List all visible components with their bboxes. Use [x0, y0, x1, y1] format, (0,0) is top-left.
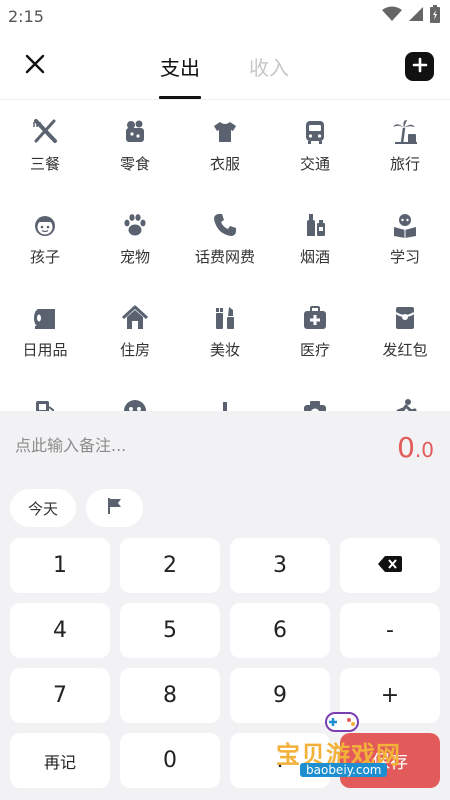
camera-icon	[300, 396, 330, 411]
category-label: 学习	[389, 248, 420, 266]
category-label: 发红包	[382, 341, 428, 359]
category-pets[interactable]: 宠物	[90, 194, 180, 287]
key-6[interactable]: 6	[230, 603, 330, 658]
red-envelope-icon	[390, 303, 420, 333]
category-travel[interactable]: 旅行	[360, 101, 450, 194]
close-button[interactable]	[18, 49, 52, 83]
category-medical[interactable]: 医疗	[270, 287, 360, 380]
status-bar: 2:15	[0, 0, 450, 32]
flag-icon	[105, 496, 125, 520]
category-label: 宠物	[119, 248, 150, 266]
category-housing[interactable]: 住房	[90, 287, 180, 380]
category-fuel[interactable]	[0, 380, 90, 411]
key-3[interactable]: 3	[230, 538, 330, 593]
status-time: 2:15	[8, 6, 44, 26]
category-cosmetics[interactable]: 美妆	[180, 287, 270, 380]
category-phone-internet[interactable]: 话费网费	[180, 194, 270, 287]
category-snacks[interactable]: 零食	[90, 101, 180, 194]
category-photography[interactable]	[270, 380, 360, 411]
paw-icon	[120, 210, 150, 240]
bottle-icon	[300, 210, 330, 240]
tray-icon	[210, 396, 240, 411]
category-label: 交通	[299, 155, 330, 173]
category-children[interactable]: 孩子	[0, 194, 90, 287]
house-icon	[120, 303, 150, 333]
category-label: 日用品	[22, 341, 68, 359]
key-4[interactable]: 4	[10, 603, 110, 658]
add-category-button[interactable]	[405, 52, 434, 81]
category-daily-goods[interactable]: 日用品	[0, 287, 90, 380]
key-5[interactable]: 5	[120, 603, 220, 658]
reading-icon	[390, 210, 420, 240]
category-label: 医疗	[299, 341, 330, 359]
key-2[interactable]: 2	[120, 538, 220, 593]
save-button[interactable]: 保存	[340, 733, 440, 788]
tab-expense[interactable]: 支出	[160, 52, 200, 81]
phone-icon	[210, 210, 240, 240]
category-label: 孩子	[29, 248, 60, 266]
category-label: 旅行	[389, 155, 420, 173]
category-transport[interactable]: 交通	[270, 101, 360, 194]
keypad-panel: 0.0 今天 1 2 3 4 5 6 - 7 8 9 + 再记 0 . 保存	[0, 411, 450, 800]
category-tray[interactable]	[180, 380, 270, 411]
top-bar: 支出 收入	[0, 32, 450, 100]
record-again-button[interactable]: 再记	[10, 733, 110, 788]
category-label: 衣服	[209, 155, 240, 173]
plus-icon	[412, 57, 428, 77]
gamepad-icon	[120, 396, 150, 411]
category-grid: 三餐 零食 衣服 交通 旅行 孩子 宠物 话费网费 烟酒 学习 日用品 住房 美…	[0, 101, 450, 411]
note-input[interactable]	[15, 436, 275, 455]
backspace-icon	[378, 553, 402, 578]
category-games[interactable]	[90, 380, 180, 411]
active-tab-indicator	[159, 96, 201, 99]
gas-station-icon	[30, 396, 60, 411]
category-label: 话费网费	[194, 248, 255, 266]
wifi-icon	[382, 6, 402, 26]
category-label: 三餐	[29, 155, 60, 173]
close-icon	[25, 54, 45, 78]
shirt-icon	[210, 117, 240, 147]
category-clothes[interactable]: 衣服	[180, 101, 270, 194]
flag-chip[interactable]	[86, 489, 143, 527]
tab-income[interactable]: 收入	[249, 52, 289, 81]
key-8[interactable]: 8	[120, 668, 220, 723]
child-icon	[30, 210, 60, 240]
bus-icon	[300, 117, 330, 147]
category-tobacco-alcohol[interactable]: 烟酒	[270, 194, 360, 287]
palm-tree-icon	[390, 117, 420, 147]
medical-kit-icon	[300, 303, 330, 333]
category-label: 美妆	[209, 341, 240, 359]
running-icon	[390, 396, 420, 411]
category-red-envelope[interactable]: 发红包	[360, 287, 450, 380]
category-label: 烟酒	[299, 248, 330, 266]
category-label: 住房	[119, 341, 150, 359]
status-icons	[382, 5, 440, 27]
snack-icon	[120, 117, 150, 147]
amount-decimal: .0	[414, 438, 434, 462]
decimal-key[interactable]: .	[230, 733, 330, 788]
number-keypad: 1 2 3 4 5 6 - 7 8 9 + 再记 0 . 保存	[10, 538, 440, 788]
minus-key[interactable]: -	[340, 603, 440, 658]
category-label: 零食	[119, 155, 150, 173]
cosmetics-icon	[210, 303, 240, 333]
signal-icon	[408, 6, 424, 26]
category-meals[interactable]: 三餐	[0, 101, 90, 194]
key-0[interactable]: 0	[120, 733, 220, 788]
date-chip[interactable]: 今天	[10, 489, 76, 527]
tissue-roll-icon	[30, 303, 60, 333]
backspace-button[interactable]	[340, 538, 440, 593]
utensils-icon	[30, 117, 60, 147]
category-study[interactable]: 学习	[360, 194, 450, 287]
key-1[interactable]: 1	[10, 538, 110, 593]
plus-key[interactable]: +	[340, 668, 440, 723]
key-9[interactable]: 9	[230, 668, 330, 723]
amount-display: 0.0	[397, 431, 434, 464]
battery-icon	[430, 5, 440, 27]
amount-integer: 0	[397, 431, 415, 464]
key-7[interactable]: 7	[10, 668, 110, 723]
category-sports[interactable]	[360, 380, 450, 411]
